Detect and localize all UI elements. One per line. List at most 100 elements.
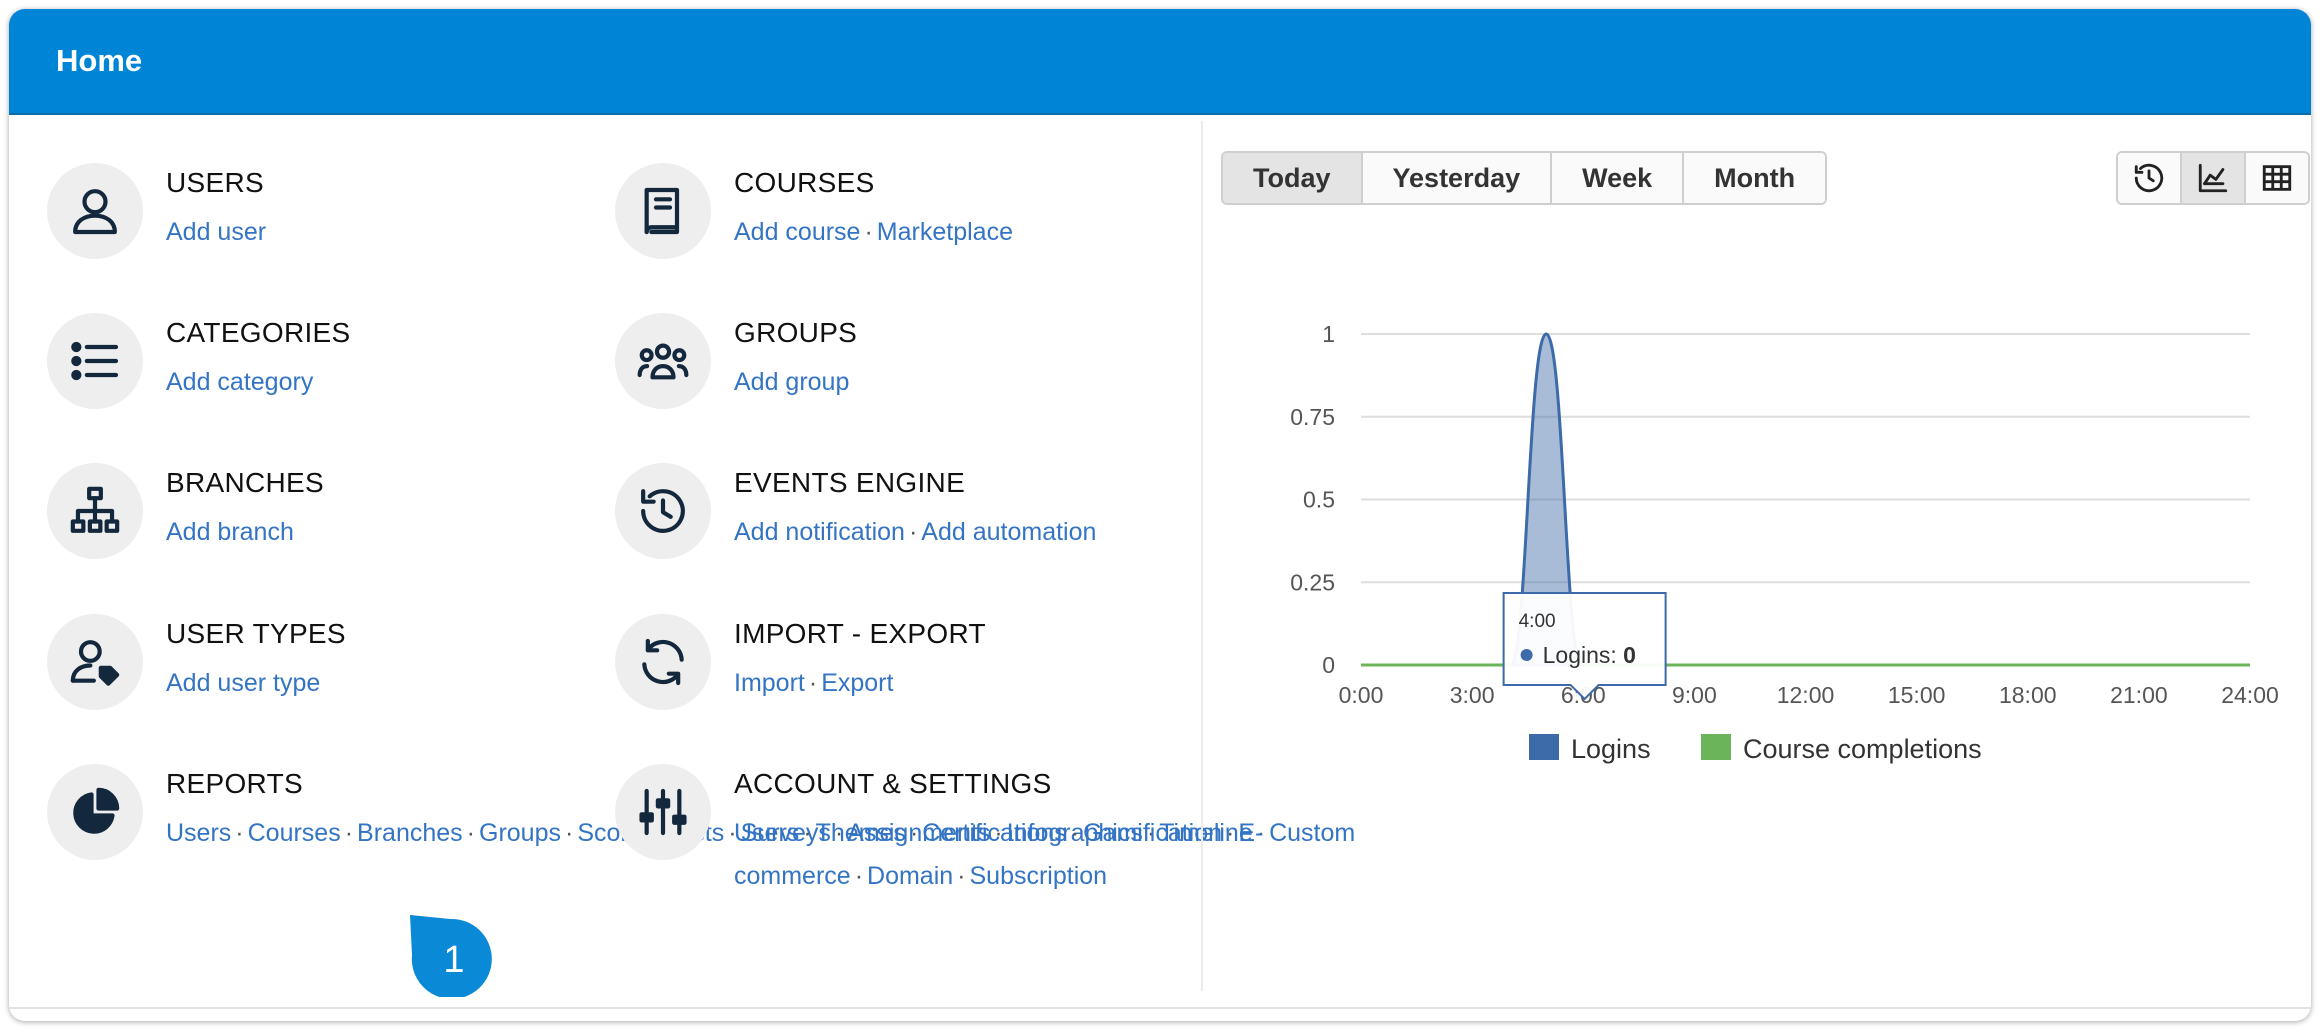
tile-link[interactable]: Add user xyxy=(166,218,266,246)
tile-icon-circle[interactable] xyxy=(47,614,143,710)
tile-links: Add user type xyxy=(166,662,636,705)
bottom-divider xyxy=(9,1007,2311,1009)
tile-link[interactable]: Branches xyxy=(357,819,463,847)
x-tick-label: 21:00 xyxy=(2110,682,2168,708)
period-yesterday-button[interactable]: Yesterday xyxy=(1362,153,1553,203)
tile-icon-circle[interactable] xyxy=(615,764,711,860)
tile-links: Add branch xyxy=(166,511,636,554)
tile-link[interactable]: Certifications xyxy=(922,819,1067,847)
content-divider xyxy=(1201,121,1203,991)
link-separator: · xyxy=(909,819,919,847)
sitemap-icon xyxy=(70,486,120,533)
tile-icon-circle[interactable] xyxy=(47,313,143,409)
link-separator: · xyxy=(344,819,354,847)
link-separator: · xyxy=(854,862,864,890)
tile-link[interactable]: Users xyxy=(166,819,231,847)
tile-link[interactable]: Courses xyxy=(248,819,341,847)
tile-links: Users · Themes · Certifications · Gamification… xyxy=(734,812,1263,898)
tile-link[interactable]: Export xyxy=(821,669,893,697)
tile-link[interactable]: Import xyxy=(734,669,805,697)
x-tick-label: 18:00 xyxy=(1999,682,2057,708)
tile-link[interactable]: Subscription xyxy=(970,862,1108,890)
table-view-button[interactable] xyxy=(2246,153,2308,203)
chart-view-button[interactable] xyxy=(2182,153,2246,203)
tile-title[interactable]: EVENTS ENGINE xyxy=(734,467,965,499)
user-icon xyxy=(73,189,117,235)
tile-icon-circle[interactable] xyxy=(615,463,711,559)
tile-icon-circle[interactable] xyxy=(47,463,143,559)
tile-links: Users·Courses·Branches·Groups·Scorm·Test… xyxy=(166,812,1355,855)
tile-links: Add notification · Add automation xyxy=(734,511,1204,554)
tile-link[interactable]: Groups xyxy=(479,819,561,847)
tile-link[interactable]: Domain xyxy=(867,862,953,890)
period-today-button[interactable]: Today xyxy=(1223,153,1363,203)
tile-title[interactable]: CATEGORIES xyxy=(166,317,351,349)
tile-icon-circle[interactable] xyxy=(615,313,711,409)
tile-links: Add user xyxy=(166,211,636,254)
page-title: Home xyxy=(56,43,143,78)
link-separator: · xyxy=(235,819,244,847)
step-callout-badge: 1 xyxy=(410,915,492,997)
tile-title[interactable]: ACCOUNT & SETTINGS xyxy=(734,768,1052,800)
tile-link[interactable]: Users xyxy=(734,819,799,847)
period-selector: Today Yesterday Week Month xyxy=(1221,151,1828,205)
tile-link[interactable]: Themes xyxy=(816,819,906,847)
groups-icon xyxy=(637,343,689,380)
period-month-button[interactable]: Month xyxy=(1684,153,1826,203)
y-tick-label: 0 xyxy=(1322,652,1335,678)
tooltip-label: Logins: 0 xyxy=(1543,642,1636,668)
list-icon xyxy=(71,341,119,381)
tile-links: Add category xyxy=(166,361,636,404)
tile-link[interactable]: Add automation xyxy=(921,518,1096,546)
history-icon xyxy=(641,489,685,533)
legend-swatch xyxy=(1701,734,1731,760)
link-separator: · xyxy=(864,218,873,246)
pie-chart-icon xyxy=(73,787,120,834)
step-callout-label: 1 xyxy=(443,939,464,981)
tile-icon-circle[interactable] xyxy=(47,163,143,259)
user-tag-icon xyxy=(70,640,120,686)
tile-link[interactable]: Add category xyxy=(166,368,313,396)
x-tick-label: 0:00 xyxy=(1339,682,1384,708)
link-separator: · xyxy=(1070,819,1080,847)
legend-label: Logins xyxy=(1571,734,1651,764)
timeline-view-button[interactable] xyxy=(2118,153,2182,203)
period-week-button[interactable]: Week xyxy=(1552,153,1685,203)
tile-title[interactable]: USERS xyxy=(166,167,264,199)
x-tick-label: 15:00 xyxy=(1888,682,1946,708)
tile-icon-circle[interactable] xyxy=(615,614,711,710)
table-icon xyxy=(2262,165,2292,191)
link-separator: · xyxy=(908,518,918,546)
activity-chart: 00.250.50.7510:003:006:009:0012:0015:001… xyxy=(1290,321,2279,764)
tile-title[interactable]: COURSES xyxy=(734,167,875,199)
link-separator: · xyxy=(808,669,818,697)
x-tick-label: 3:00 xyxy=(1450,682,1495,708)
y-tick-label: 1 xyxy=(1322,321,1335,347)
tile-link[interactable]: Add user type xyxy=(166,669,320,697)
tile-icon-circle[interactable] xyxy=(47,764,143,860)
history-icon xyxy=(2134,163,2164,193)
tile-title[interactable]: USER TYPES xyxy=(166,618,346,650)
x-tick-label: 12:00 xyxy=(1777,682,1835,708)
y-tick-label: 0.25 xyxy=(1290,569,1335,595)
tile-icon-circle[interactable] xyxy=(615,163,711,259)
tile-title[interactable]: IMPORT - EXPORT xyxy=(734,618,986,650)
tooltip-series-dot xyxy=(1520,649,1533,661)
book-icon xyxy=(644,187,680,235)
panel-content: USERS Add user COURSES Add course · Marketpla… xyxy=(9,113,2311,1009)
tooltip-value: 0 xyxy=(1623,642,1636,668)
tile-link[interactable]: Add course xyxy=(734,218,860,246)
tile-link[interactable]: Marketplace xyxy=(877,218,1013,246)
sync-icon xyxy=(642,638,684,686)
tile-title[interactable]: REPORTS xyxy=(166,768,303,800)
tile-link[interactable]: Add group xyxy=(734,368,849,396)
tile-link[interactable]: Add branch xyxy=(166,518,294,546)
tile-title[interactable]: BRANCHES xyxy=(166,467,324,499)
link-separator: · xyxy=(564,819,574,847)
tile-link[interactable]: Add notification xyxy=(734,518,905,546)
tile-title[interactable]: GROUPS xyxy=(734,317,857,349)
tile-links: Add course · Marketplace xyxy=(734,211,1204,254)
link-separator: · xyxy=(466,819,475,847)
link-separator: · xyxy=(803,819,812,847)
legend-label: Course completions xyxy=(1743,734,1982,764)
